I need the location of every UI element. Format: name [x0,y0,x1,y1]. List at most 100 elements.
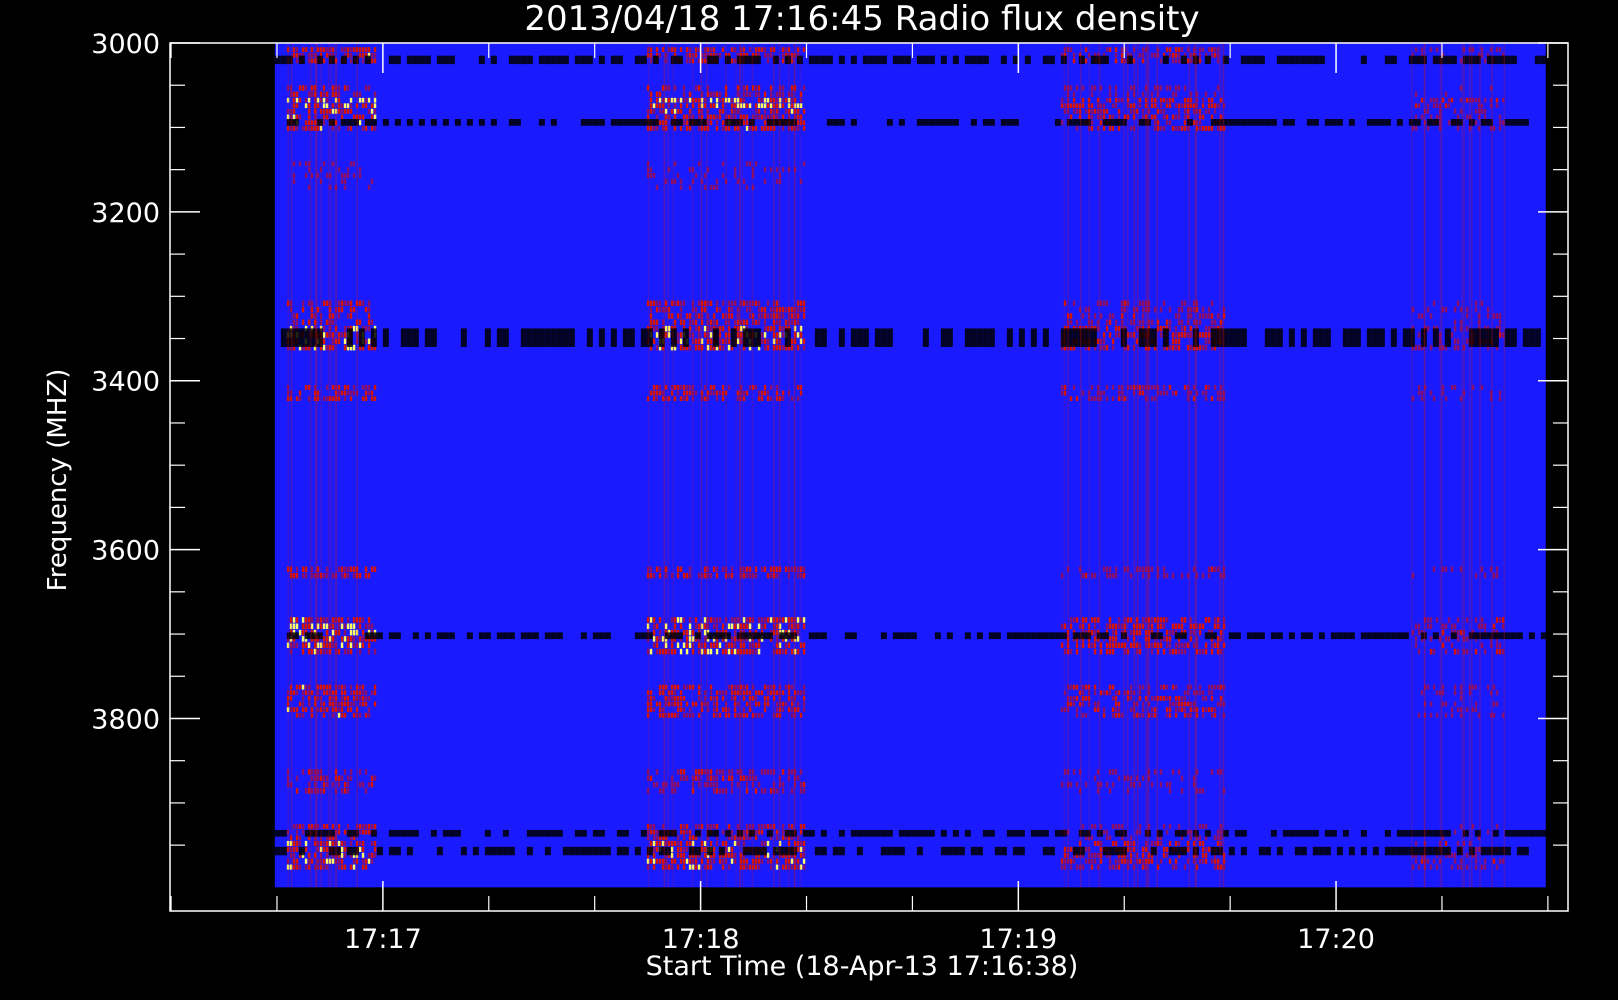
heatmap-cell [646,118,653,126]
heatmap-cell [1165,852,1169,858]
heatmap-cell [1486,829,1490,835]
heatmap-cell [709,572,713,579]
heatmap-cell [685,396,689,402]
heatmap-cell [295,840,299,847]
heatmap-cell [736,319,740,326]
heatmap-cell [712,695,716,701]
heatmap-cell [640,328,647,347]
heatmap-cell [292,47,296,53]
heatmap-cell [1153,125,1157,131]
heatmap-cell [682,852,686,858]
heatmap-cell [649,306,653,313]
heatmap-cell [367,852,371,858]
heatmap-cell [292,617,296,623]
heatmap-cell [1141,384,1145,390]
heatmap-cell [1120,824,1124,829]
heatmap-cell [1348,632,1355,640]
heatmap-cell [1210,684,1214,690]
heatmap-cell [715,712,719,718]
heatmap-cell [358,114,362,120]
heatmap-cell [1213,835,1217,841]
heatmap-cell [1090,328,1097,347]
heatmap-cell [352,623,356,630]
heatmap-cell [676,707,680,713]
heatmap-cell [364,701,368,707]
heatmap-cell [1444,701,1448,707]
heatmap-cell [1453,701,1457,707]
heatmap-cell [709,120,713,126]
heatmap-cell [1129,840,1133,847]
heatmap-cell [688,184,692,190]
heatmap-cell [1153,97,1157,103]
heatmap-cell [352,617,356,623]
heatmap-cell [763,617,767,623]
heatmap-cell [1114,47,1118,53]
heatmap-cell [340,701,344,707]
heatmap-cell [295,864,299,870]
heatmap-cell [1210,769,1214,775]
heatmap-cell [1108,313,1112,319]
heatmap-cell [655,829,659,835]
heatmap-cell [1474,648,1478,655]
heatmap-cell [1075,396,1079,402]
heatmap-cell [727,707,731,713]
heatmap-cell [697,85,701,91]
heatmap-cell [1480,384,1484,390]
heatmap-cell [1306,118,1313,126]
heatmap-cell [757,108,761,114]
heatmap-cell [1183,103,1187,109]
heatmap-cell [322,103,326,109]
heatmap-cell [352,47,356,53]
heatmap-cell [352,690,356,696]
heatmap-cell [673,108,677,114]
heatmap-cell [274,846,281,856]
heatmap-cell [325,858,329,864]
heatmap-cell [727,114,731,120]
heatmap-cell [1060,781,1064,788]
heatmap-cell [754,632,761,640]
heatmap-cell [343,840,347,847]
heatmap-cell [340,306,344,313]
heatmap-cell [1177,642,1181,649]
heatmap-cell [748,384,752,390]
heatmap-cell [331,623,335,630]
heatmap-cell [1180,648,1184,655]
heatmap-cell [655,319,659,326]
heatmap-cell [1141,707,1145,713]
heatmap-cell [298,701,302,707]
heatmap-cell [658,636,662,642]
heatmap-cell [1150,52,1154,58]
heatmap-cell [763,120,767,126]
heatmap-cell [697,623,701,630]
heatmap-cell [1414,840,1418,847]
heatmap-cell [1081,103,1085,109]
heatmap-cell [343,47,347,53]
heatmap-cell [1216,617,1220,623]
heatmap-cell [676,300,680,307]
heatmap-cell [1504,118,1511,126]
heatmap-cell [1183,300,1187,307]
heatmap-cell [373,824,377,829]
heatmap-cell [862,55,869,65]
heatmap-cell [484,632,491,640]
heatmap-spike [328,43,330,888]
heatmap-cell [1042,829,1049,837]
heatmap-cell [1138,629,1142,636]
heatmap-cell [1138,328,1145,347]
heatmap-cell [688,572,692,579]
heatmap-cell [331,91,335,98]
heatmap-cell [649,858,653,864]
heatmap-cell [1117,858,1121,864]
heatmap-cell [1210,118,1217,126]
heatmap-cell [1165,695,1169,701]
heatmap-cell [1204,846,1208,852]
heatmap-cell [1492,701,1496,707]
heatmap-cell [1069,648,1073,655]
heatmap-cell [1177,769,1181,775]
heatmap-cell [349,300,353,307]
heatmap-cell [337,864,341,870]
heatmap-cell [1168,695,1172,701]
heatmap-cell [676,642,680,649]
heatmap-cell [370,781,374,788]
heatmap-cell [970,846,977,856]
